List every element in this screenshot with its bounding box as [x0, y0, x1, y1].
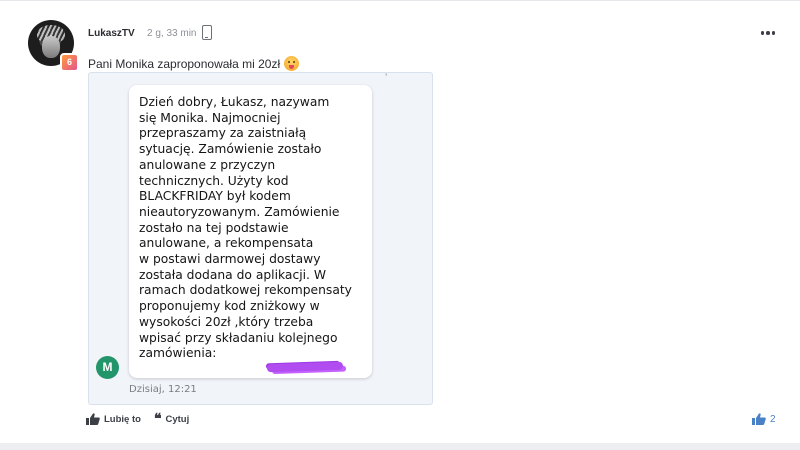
author-name[interactable]: LukaszTV: [88, 28, 135, 39]
message-timestamp: Dzisiaj, 12:21: [129, 384, 197, 395]
chat-message-bubble: Dzień dobry, Łukasz, nazywam się Monika.…: [129, 85, 372, 378]
post-body: Pani Monika zaproponowała mi 20zł: [88, 56, 300, 71]
thumbs-up-icon: [86, 413, 100, 425]
like-button[interactable]: Lubię to: [86, 413, 141, 425]
sender-avatar: M: [96, 356, 119, 379]
more-options-button[interactable]: [758, 25, 778, 41]
screenshot-top-mark: ʼ: [385, 73, 388, 84]
dot-icon: [766, 31, 770, 35]
mobile-device-icon: [202, 25, 212, 40]
forum-post: 6 LukaszTV 2 g, 33 min Pani Monika zapro…: [0, 0, 800, 443]
tongue-out-emoji-icon: [284, 56, 300, 71]
dot-icon: [760, 31, 765, 35]
like-count: 2: [770, 413, 776, 425]
author-avatar[interactable]: 6: [28, 20, 79, 72]
rank-badge-icon: 6: [60, 53, 79, 72]
avatar-face: [42, 36, 60, 58]
quote-label: Cytuj: [165, 413, 190, 425]
redaction-scribble: [266, 361, 344, 373]
chat-message-text: Dzień dobry, Łukasz, nazywam się Monika.…: [139, 95, 352, 361]
post-actions: Lubię to ❝ Cytuj: [86, 411, 190, 427]
like-label: Lubię to: [104, 413, 141, 425]
quote-icon: ❝: [153, 411, 162, 427]
quote-button[interactable]: ❝ Cytuj: [153, 411, 190, 427]
attached-screenshot[interactable]: ʼ Dzień dobry, Łukasz, nazywam się Monik…: [88, 72, 433, 405]
post-time: 2 g, 33 min: [147, 28, 197, 39]
dot-icon: [771, 31, 776, 35]
like-count-button[interactable]: 2: [752, 413, 776, 425]
thumbs-up-icon: [752, 413, 766, 425]
post-text: Pani Monika zaproponowała mi 20zł: [88, 57, 281, 71]
